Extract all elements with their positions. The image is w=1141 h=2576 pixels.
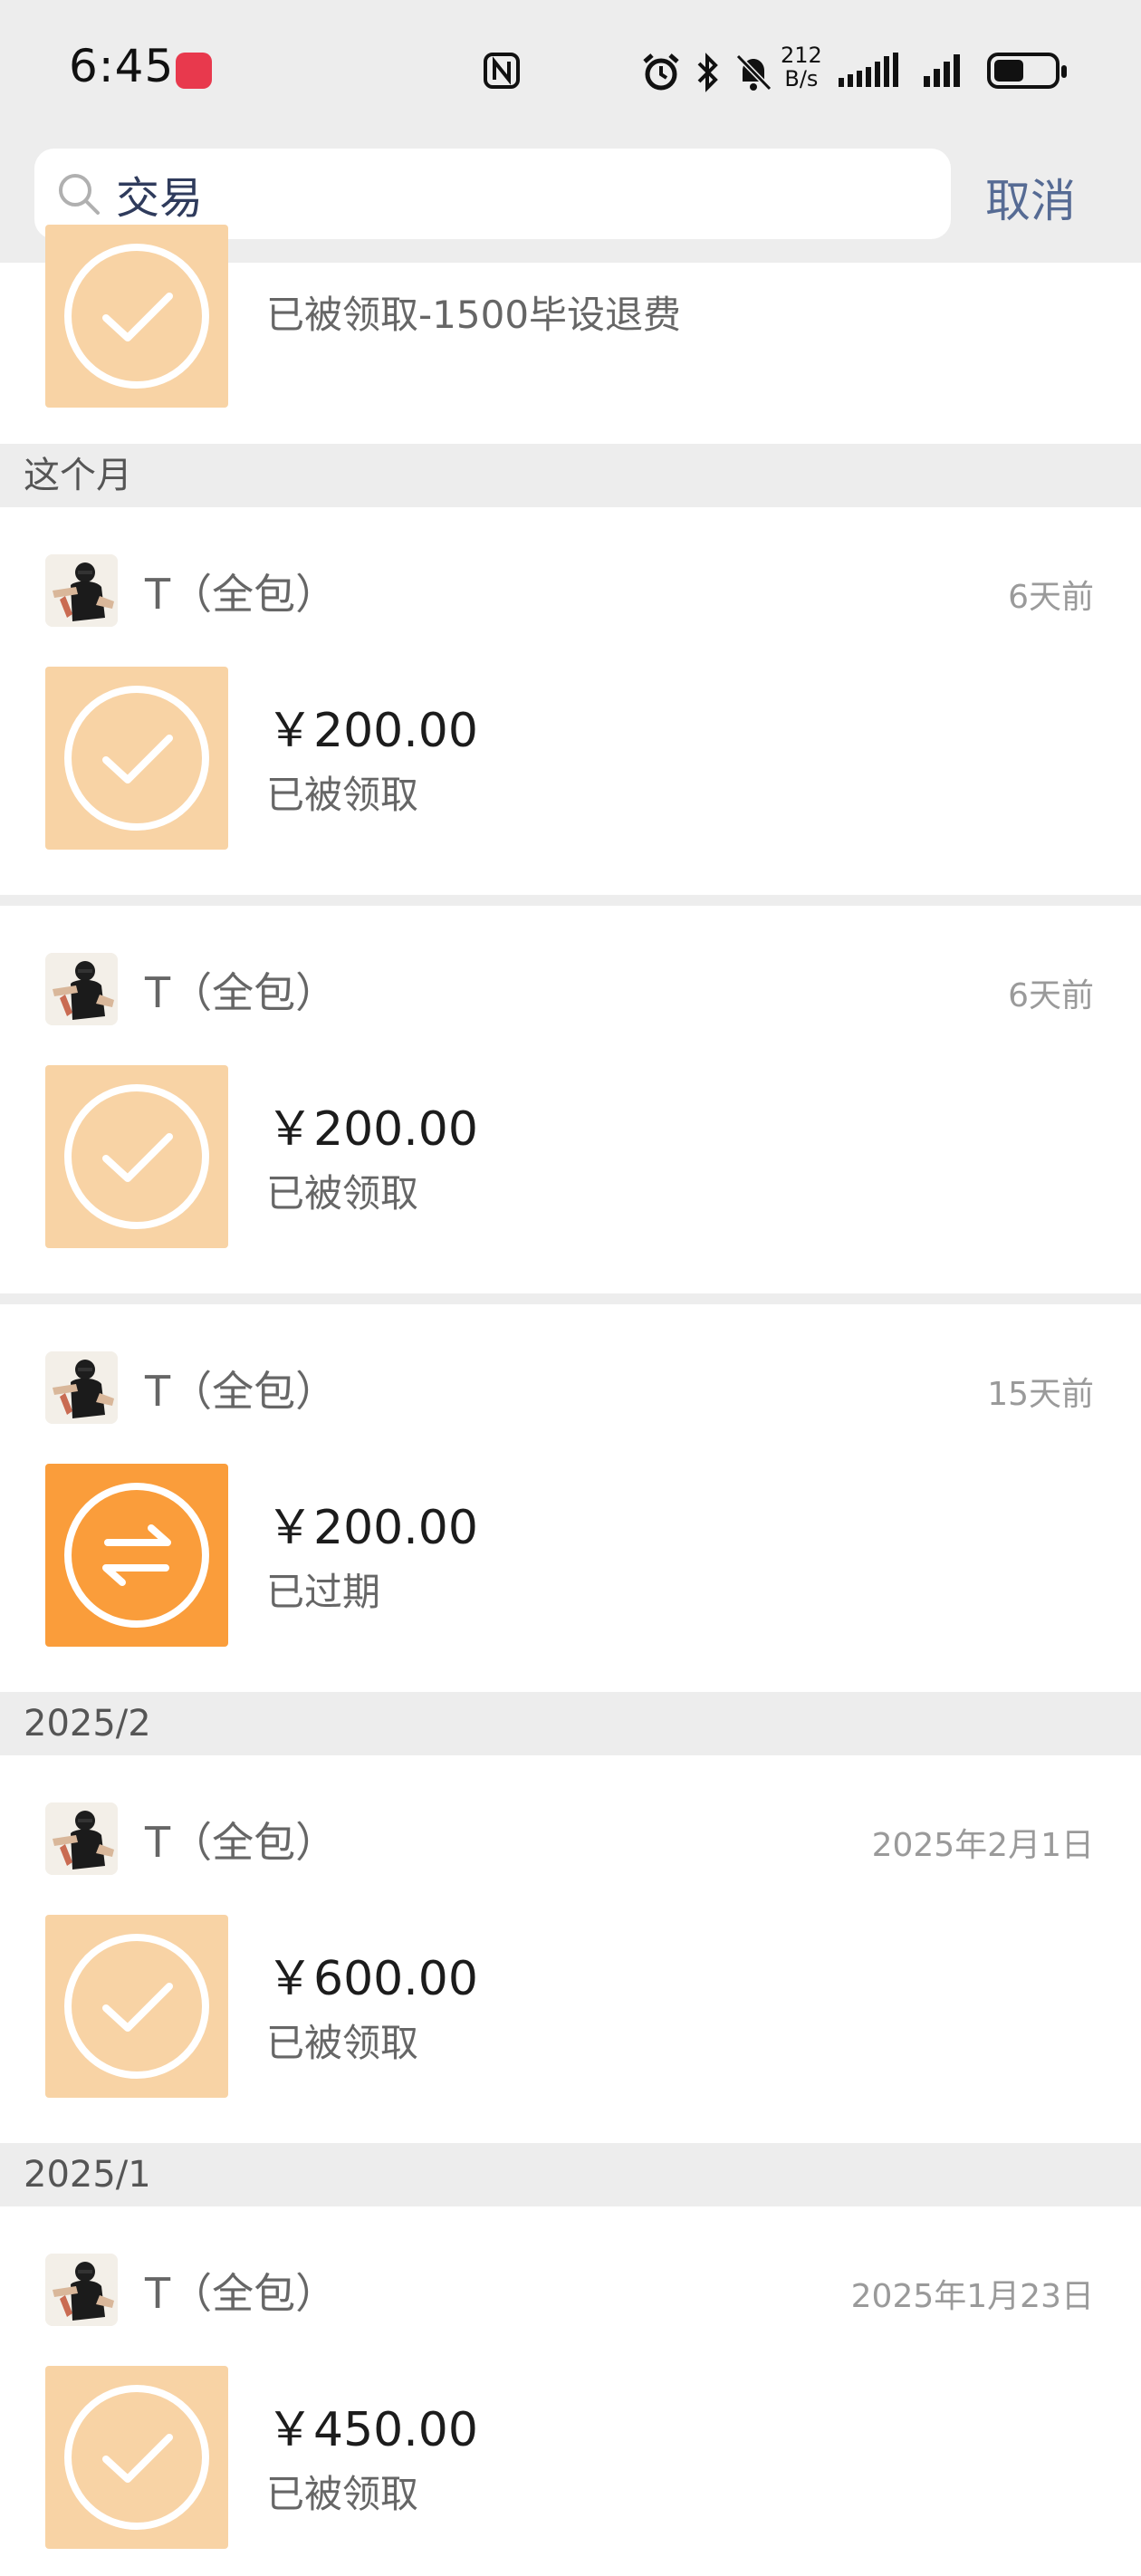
transfer-card[interactable]: T（全包） 2025年1月23日 ￥450.00 已被领取 [0, 2206, 1141, 2576]
cancel-button[interactable]: 取消 [985, 165, 1076, 230]
transfer-amount: ￥600.00 [266, 1952, 478, 2006]
bluetooth-icon [697, 53, 718, 92]
transfer-time: 6天前 [1008, 977, 1094, 1014]
transaction-list: 已被领取-1500毕设退费 这个月 T（全包） 6天前 ￥200.00 已被领取 T（全包… [0, 225, 1141, 2576]
transfer-card[interactable]: T（全包） 2025年2月1日 ￥600.00 已被领取 [0, 1755, 1141, 2143]
claimed-tile [45, 667, 228, 850]
section-header: 2025/2 [0, 1692, 1141, 1755]
sender-name: T（全包） [145, 1818, 338, 1867]
signal-icon [839, 53, 898, 87]
transfer-card[interactable]: 已被领取-1500毕设退费 [0, 225, 1141, 444]
avatar[interactable] [45, 1351, 118, 1424]
transfer-search-screen: 6:45 212 B/s 交易 取消 已被领取-1500毕设退费 这个月 T（全… [0, 0, 1141, 2576]
network-speed: 212 B/s [781, 43, 822, 91]
avatar[interactable] [45, 554, 118, 627]
transfer-status: 已被领取 [266, 2021, 419, 2065]
transfer-status: 已被领取 [266, 2472, 419, 2516]
avatar[interactable] [45, 2254, 118, 2326]
signal-icon [924, 54, 960, 87]
sender-name: T（全包） [145, 2269, 338, 2318]
search-input[interactable] [116, 168, 913, 219]
status-icons [639, 45, 773, 100]
transfer-amount: ￥200.00 [266, 704, 478, 758]
nfc-icon [484, 53, 520, 89]
network-speed-unit: B/s [784, 66, 819, 91]
claimed-tile [45, 2366, 228, 2549]
transfer-status: 已被领取 [266, 773, 419, 817]
transfer-card[interactable]: T（全包） 6天前 ￥200.00 已被领取 [0, 507, 1141, 895]
divider [0, 895, 1141, 906]
check-circle-icon [64, 244, 209, 389]
transfer-status: 已被领取 [266, 1171, 419, 1216]
transfer-card[interactable]: T（全包） 6天前 ￥200.00 已被领取 [0, 906, 1141, 1293]
claimed-tile [45, 1915, 228, 2098]
app-badge-icon [176, 53, 212, 89]
check-circle-icon [64, 2385, 209, 2530]
transfer-arrows-icon [64, 1483, 209, 1628]
expired-tile [45, 1464, 228, 1647]
status-time: 6:45 [69, 40, 175, 92]
transfer-time: 6天前 [1008, 579, 1094, 616]
transfer-time: 2025年2月1日 [871, 1827, 1094, 1864]
network-speed-value: 212 [781, 43, 822, 68]
sender-name: T（全包） [145, 570, 338, 619]
battery-fill [994, 60, 1023, 82]
transfer-time: 2025年1月23日 [850, 2278, 1094, 2315]
status-bar: 6:45 212 B/s [0, 0, 1141, 136]
search-icon [59, 174, 100, 215]
claimed-tile [45, 1065, 228, 1248]
section-header: 这个月 [0, 444, 1141, 507]
avatar[interactable] [45, 953, 118, 1025]
transfer-amount: ￥450.00 [266, 2403, 478, 2457]
section-header: 2025/1 [0, 2143, 1141, 2206]
mute-bell-icon [735, 53, 772, 91]
avatar[interactable] [45, 1802, 118, 1875]
transfer-time: 15天前 [987, 1376, 1094, 1413]
transfer-amount: ￥200.00 [266, 1102, 478, 1157]
transfer-status: 已过期 [266, 1570, 381, 1614]
alarm-icon [643, 53, 679, 91]
transfer-amount: ￥200.00 [266, 1501, 478, 1555]
divider [0, 1293, 1141, 1304]
transfer-status: 已被领取-1500毕设退费 [266, 293, 682, 337]
transfer-card[interactable]: T（全包） 15天前 ￥200.00 已过期 [0, 1304, 1141, 1692]
check-circle-icon [64, 1934, 209, 2079]
claimed-tile [45, 225, 228, 408]
check-circle-icon [64, 1084, 209, 1229]
sender-name: T（全包） [145, 968, 338, 1017]
battery-icon [987, 53, 1067, 89]
check-circle-icon [64, 686, 209, 831]
sender-name: T（全包） [145, 1367, 338, 1416]
